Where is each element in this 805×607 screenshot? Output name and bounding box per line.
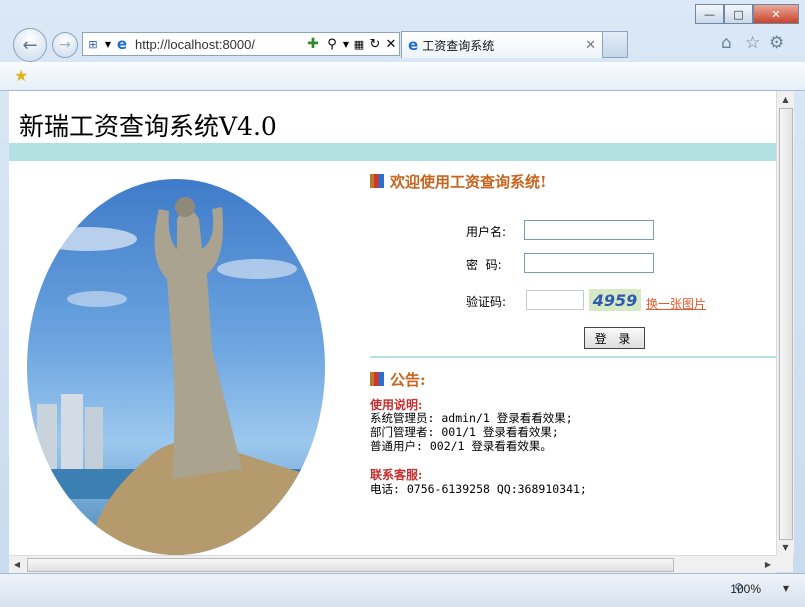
password-label: 密 码: xyxy=(466,258,502,272)
tab-close-icon[interactable]: ✕ xyxy=(585,38,596,53)
back-arrow-icon: ← xyxy=(22,34,38,56)
stop-icon[interactable]: ✕ xyxy=(383,33,399,55)
scroll-right-icon[interactable]: ▶ xyxy=(760,556,776,573)
tab-active[interactable]: e 工资查询系统 ✕ xyxy=(401,31,603,58)
notice-title: 公告: xyxy=(390,371,426,389)
refresh-icon[interactable]: ↻ xyxy=(367,33,383,55)
horizontal-scroll-thumb[interactable] xyxy=(27,558,674,572)
usage-line: 普通用户: 002/1 登录看看效果。 xyxy=(370,439,552,453)
header-band xyxy=(9,143,776,161)
status-bar: ⚲ 100% ▼ xyxy=(0,573,805,607)
horizontal-scrollbar[interactable]: ◀ ▶ xyxy=(9,555,776,573)
zoom-dropdown-icon[interactable]: ▼ xyxy=(783,584,789,593)
ie-page-icon: e xyxy=(116,35,128,53)
search-dropdown-icon[interactable]: ▼ xyxy=(341,33,351,55)
site-compat-icon[interactable]: ⊞ xyxy=(83,33,103,55)
back-button[interactable]: ← xyxy=(13,28,47,62)
home-icon[interactable]: ⌂ xyxy=(721,33,732,53)
browser-window: — □ ✕ ← → ⊞ ▼ e http://localhost:8000/ ✚… xyxy=(0,0,805,607)
login-button[interactable]: 登 录 xyxy=(584,327,645,349)
welcome-text: 欢迎使用工资查询系统! xyxy=(390,173,547,191)
contact-line: 电话: 0756-6139258 QQ:368910341; xyxy=(370,482,587,496)
vertical-scroll-thumb[interactable] xyxy=(779,108,793,540)
captcha-input[interactable] xyxy=(526,290,584,310)
compat-view-icon[interactable]: ▦ xyxy=(351,33,367,55)
search-icon[interactable]: ⚲ xyxy=(323,33,341,55)
scroll-up-icon[interactable]: ▲ xyxy=(777,91,794,107)
compat-dropdown-icon[interactable]: ▼ xyxy=(103,33,113,55)
password-input[interactable] xyxy=(524,253,654,273)
scroll-corner xyxy=(776,555,793,572)
close-window-button[interactable]: ✕ xyxy=(753,4,799,24)
minimize-button[interactable]: — xyxy=(695,4,724,24)
notice-book-icon xyxy=(370,372,384,386)
addon-icon[interactable]: ✚ xyxy=(303,33,323,55)
page-content: 新瑞工资查询系统V4.0 欢迎使用工资查询系统! 用户名: 密 码: 验证码: xyxy=(9,91,776,555)
scroll-down-icon[interactable]: ▼ xyxy=(777,539,794,555)
scroll-left-icon[interactable]: ◀ xyxy=(9,556,25,573)
url-text[interactable]: http://localhost:8000/ xyxy=(135,37,255,52)
captcha-refresh-link[interactable]: 换一张图片 xyxy=(646,295,706,312)
forward-arrow-icon: → xyxy=(59,37,71,53)
forward-button[interactable]: → xyxy=(52,32,78,58)
favorites-star-icon[interactable]: ☆ xyxy=(745,33,760,53)
favorites-bar: ★ xyxy=(0,62,805,91)
add-favorite-icon[interactable]: ★ xyxy=(14,66,28,85)
captcha-image[interactable]: 4959 xyxy=(589,289,641,311)
settings-gear-icon[interactable]: ⚙ xyxy=(769,33,784,53)
new-tab-button[interactable] xyxy=(602,31,628,58)
window-controls: — □ ✕ xyxy=(695,4,799,24)
tab-ie-icon: e xyxy=(408,36,419,54)
page-title: 新瑞工资查询系统V4.0 xyxy=(19,112,277,141)
welcome-heading: 欢迎使用工资查询系统! xyxy=(370,171,547,192)
username-label: 用户名: xyxy=(466,225,507,239)
username-input[interactable] xyxy=(524,220,654,240)
section-divider xyxy=(370,356,776,358)
book-icon xyxy=(370,174,384,188)
maximize-button[interactable]: □ xyxy=(724,4,753,24)
zoom-level[interactable]: 100% xyxy=(730,582,761,596)
address-bar[interactable]: ⊞ ▼ e http://localhost:8000/ ✚ ⚲ ▼ ▦ ↻ ✕ xyxy=(82,32,400,56)
tab-title: 工资查询系统 xyxy=(422,38,495,53)
captcha-label: 验证码: xyxy=(466,295,507,309)
vertical-scrollbar[interactable]: ▲ ▼ xyxy=(776,91,794,555)
statue-photo xyxy=(27,179,325,555)
notice-heading: 公告: xyxy=(370,369,426,390)
